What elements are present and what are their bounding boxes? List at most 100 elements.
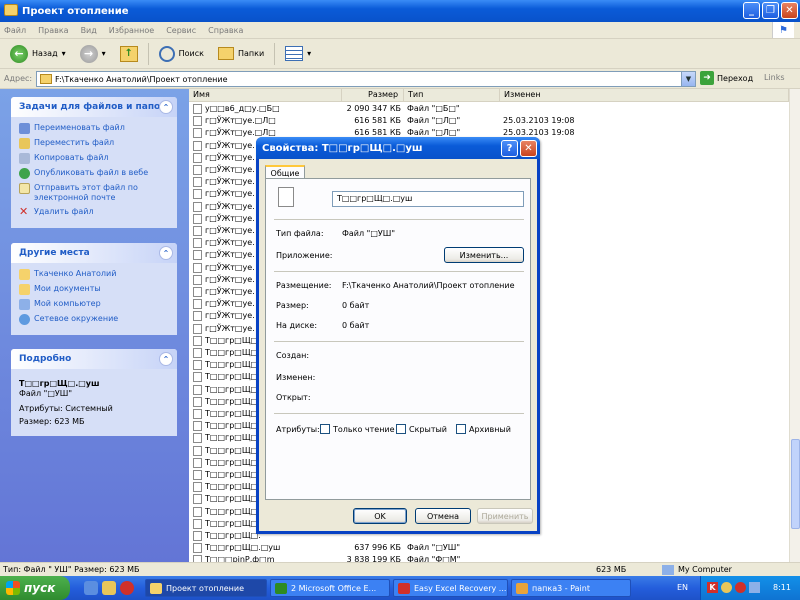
quick-launch-opera-icon[interactable] bbox=[120, 581, 134, 595]
collapse-chevron-icon[interactable]: ⌃ bbox=[159, 352, 173, 366]
file-icon bbox=[193, 360, 202, 371]
minimize-button[interactable]: _ bbox=[743, 2, 760, 19]
column-modified[interactable]: Изменен bbox=[500, 89, 789, 102]
help-button[interactable]: ? bbox=[501, 140, 518, 157]
collapse-chevron-icon[interactable]: ⌃ bbox=[159, 246, 173, 260]
search-button[interactable]: Поиск bbox=[155, 42, 208, 66]
dialog-close-button[interactable]: ✕ bbox=[520, 140, 537, 157]
column-size[interactable]: Размер bbox=[342, 89, 404, 102]
location-value: F:\Ткаченко Анатолий\Проект отопление bbox=[342, 281, 515, 290]
quick-launch-browser-icon[interactable] bbox=[84, 581, 98, 595]
task-excel-recovery[interactable]: Easy Excel Recovery ... bbox=[393, 579, 508, 597]
back-button[interactable]: ← Назад ▾ bbox=[6, 42, 70, 66]
windows-logo-icon bbox=[6, 581, 20, 595]
ok-button[interactable]: OK bbox=[353, 508, 407, 524]
menu-favorites[interactable]: Избранное bbox=[109, 26, 154, 35]
divider bbox=[274, 219, 524, 220]
copy-file-link[interactable]: Копировать файл bbox=[19, 153, 169, 164]
tray-volume-icon[interactable] bbox=[749, 582, 760, 593]
vertical-scrollbar[interactable] bbox=[789, 89, 800, 562]
tray-app-icon[interactable] bbox=[721, 582, 732, 593]
checkbox-box[interactable] bbox=[320, 424, 330, 434]
delete-file-link[interactable]: ✕ Удалить файл bbox=[19, 206, 169, 218]
delete-label: Удалить файл bbox=[34, 207, 94, 216]
change-button[interactable]: Изменить... bbox=[444, 247, 524, 263]
other-places-header[interactable]: Другие места ⌃ bbox=[11, 243, 177, 263]
checkbox-box[interactable] bbox=[456, 424, 466, 434]
close-button[interactable]: ✕ bbox=[781, 2, 798, 19]
quick-launch-explorer-icon[interactable] bbox=[102, 581, 116, 595]
links-button[interactable]: Links bbox=[764, 73, 785, 82]
file-name: г□ЎЖт□уе. bbox=[205, 238, 255, 248]
file-icon bbox=[193, 323, 202, 334]
file-row[interactable]: Т□□гр□Щ□.□уш 637 996 КБ Файл "□УШ" bbox=[189, 542, 789, 554]
task-label: папка3 - Paint bbox=[532, 583, 590, 593]
start-button[interactable]: пуск bbox=[0, 576, 70, 600]
folders-button[interactable]: Папки bbox=[214, 42, 268, 66]
move-file-link[interactable]: Переместить файл bbox=[19, 138, 169, 149]
go-button[interactable]: ➜ Переход bbox=[700, 71, 753, 85]
column-name[interactable]: Имя bbox=[189, 89, 342, 102]
place-user-folder[interactable]: Ткаченко Анатолий bbox=[19, 269, 169, 280]
scroll-thumb[interactable] bbox=[791, 439, 800, 529]
menu-edit[interactable]: Правка bbox=[38, 26, 68, 35]
publish-web-link[interactable]: Опубликовать файл в вебе bbox=[19, 168, 169, 179]
rename-icon bbox=[19, 123, 30, 134]
readonly-checkbox[interactable]: Только чтение bbox=[320, 424, 395, 434]
task-paint[interactable]: папка3 - Paint bbox=[511, 579, 631, 597]
tray-k-icon[interactable]: K bbox=[707, 582, 718, 593]
archive-checkbox[interactable]: Архивный bbox=[456, 424, 511, 434]
back-dropdown-icon[interactable]: ▾ bbox=[62, 49, 66, 58]
back-arrow-icon: ← bbox=[10, 44, 28, 63]
file-name: г□ЎЖт□уе. bbox=[205, 262, 255, 272]
collapse-chevron-icon[interactable]: ⌃ bbox=[159, 100, 173, 114]
place-label: Мой компьютер bbox=[34, 299, 101, 308]
hidden-checkbox[interactable]: Скрытый bbox=[396, 424, 447, 434]
file-row[interactable]: у□□в6_д□у.□Б□ 2 090 347 КБ Файл "□Б□" bbox=[189, 103, 789, 115]
maximize-button[interactable]: ❐ bbox=[762, 2, 779, 19]
dialog-title-bar[interactable]: Свойства: Т□□гр□Щ□.□уш ? ✕ bbox=[256, 137, 540, 159]
menu-tools[interactable]: Сервис bbox=[166, 26, 196, 35]
up-folder-button[interactable]: ↑ bbox=[116, 42, 142, 66]
excel-icon bbox=[275, 583, 287, 594]
size-label: Размер: bbox=[276, 301, 309, 310]
email-file-link[interactable]: Отправить этот файл по электронной почте bbox=[19, 183, 169, 203]
file-tasks-header[interactable]: Задачи для файлов и папок ⌃ bbox=[11, 97, 177, 117]
file-icon bbox=[193, 250, 202, 261]
move-icon bbox=[19, 138, 30, 149]
publish-label: Опубликовать файл в вебе bbox=[34, 168, 149, 177]
apply-button[interactable]: Применить bbox=[477, 508, 533, 524]
forward-button[interactable]: → ▾ bbox=[76, 42, 110, 66]
window-title-bar[interactable]: Проект отопление _ ❐ ✕ bbox=[0, 0, 800, 22]
attributes-label: Атрибуты: bbox=[276, 425, 320, 434]
file-icon bbox=[193, 409, 202, 419]
menu-help[interactable]: Справка bbox=[208, 26, 243, 35]
task-excel[interactable]: 2 Microsoft Office E... bbox=[270, 579, 390, 597]
menu-view[interactable]: Вид bbox=[81, 26, 97, 35]
address-input[interactable]: F:\Ткаченко Анатолий\Проект отопление ▼ bbox=[36, 71, 696, 87]
tray-alert-icon[interactable] bbox=[735, 582, 746, 593]
place-my-computer[interactable]: Мой компьютер bbox=[19, 299, 169, 310]
details-header[interactable]: Подробно ⌃ bbox=[11, 349, 177, 369]
language-indicator[interactable]: EN bbox=[677, 583, 688, 592]
file-type-icon bbox=[278, 187, 294, 207]
address-dropdown-icon[interactable]: ▼ bbox=[681, 72, 695, 86]
cancel-button[interactable]: Отмена bbox=[415, 508, 471, 524]
filename-input[interactable]: Т□□гр□Щ□.□уш bbox=[332, 191, 524, 207]
menu-file[interactable]: Файл bbox=[4, 26, 26, 35]
address-value: F:\Ткаченко Анатолий\Проект отопление bbox=[55, 74, 228, 84]
column-type[interactable]: Тип bbox=[404, 89, 500, 102]
file-row[interactable]: г□ЎЖт□уе.□Л□ 616 581 КБ Файл "□Л□" 25.03.21… bbox=[189, 115, 789, 127]
rename-file-link[interactable]: Переименовать файл bbox=[19, 123, 169, 134]
views-button[interactable]: ▾ bbox=[281, 42, 315, 66]
task-explorer[interactable]: Проект отопление bbox=[145, 579, 267, 597]
place-network[interactable]: Сетевое окружение bbox=[19, 314, 169, 325]
checkbox-box[interactable] bbox=[396, 424, 406, 434]
file-name: Т□□гр□Щ□. bbox=[205, 482, 261, 492]
tab-general[interactable]: Общие bbox=[265, 165, 305, 179]
forward-dropdown-icon[interactable]: ▾ bbox=[102, 49, 106, 58]
place-my-documents[interactable]: Мои документы bbox=[19, 284, 169, 295]
file-icon bbox=[193, 226, 202, 236]
file-name: г□ЎЖт□уе. bbox=[205, 299, 255, 309]
move-label: Переместить файл bbox=[34, 138, 115, 147]
